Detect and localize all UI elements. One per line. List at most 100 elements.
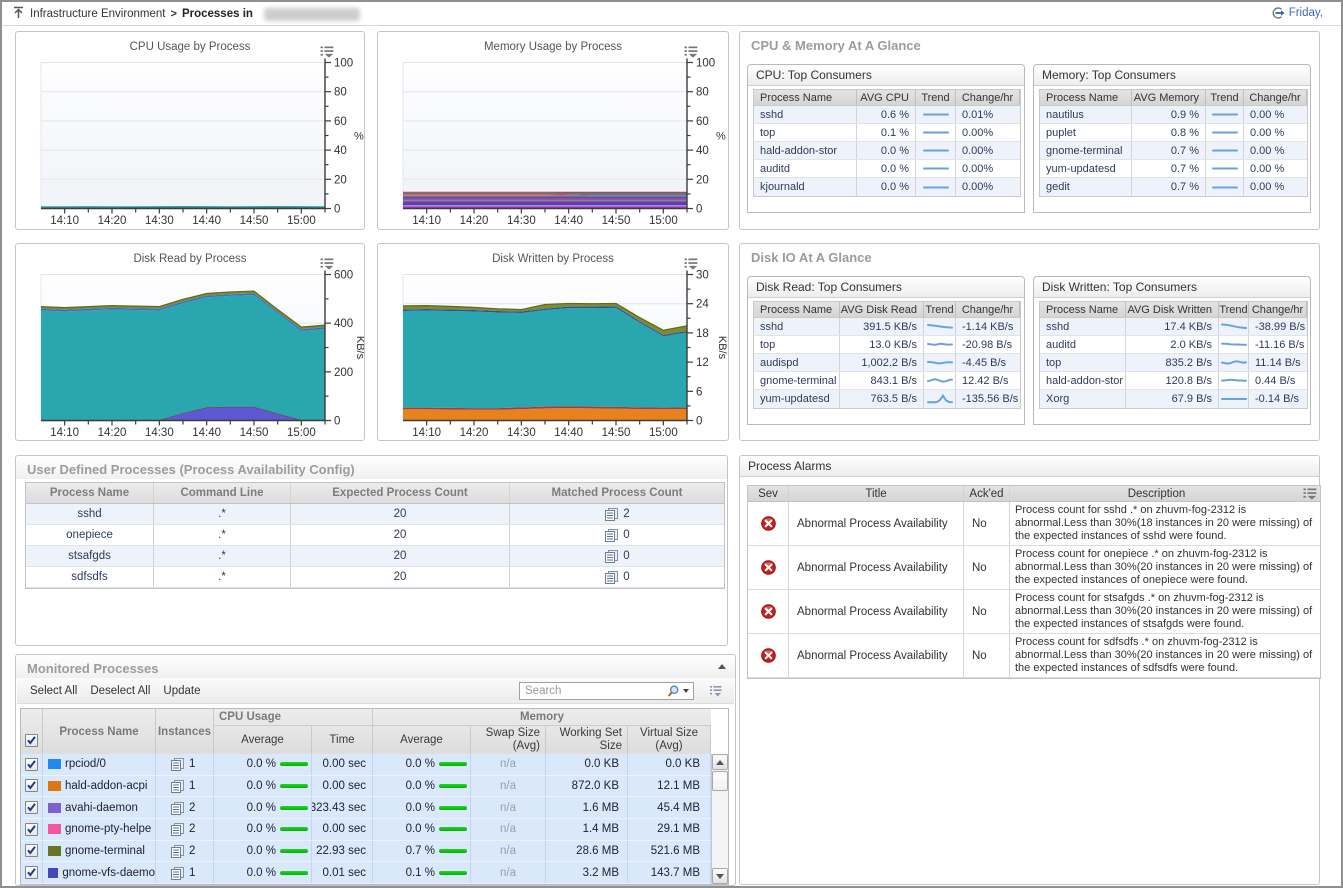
instances-popup-icon[interactable] bbox=[170, 844, 186, 858]
table-row[interactable]: top835.2 B/s11.14 B/s bbox=[1040, 354, 1307, 372]
process-name-cell: gnome-vfs-daemo bbox=[43, 862, 156, 883]
change-cell: -38.99 B/s bbox=[1249, 318, 1307, 335]
avg-value-cell: 0.0 % bbox=[857, 178, 916, 196]
user-defined-processes-panel: User Defined Processes (Process Availabi… bbox=[15, 455, 728, 646]
table-row[interactable]: gnome-terminal0.7 %0.00 % bbox=[1040, 142, 1307, 160]
trend-sparkline bbox=[1212, 162, 1238, 175]
trend-cell bbox=[1206, 142, 1244, 159]
trend-sparkline bbox=[1212, 126, 1238, 139]
table-row[interactable]: Xorg67.9 B/s-0.14 B/s bbox=[1040, 390, 1307, 408]
scroll-down-button[interactable] bbox=[712, 868, 728, 884]
table-row[interactable]: sshd.*202 bbox=[26, 504, 724, 525]
row-checkbox[interactable] bbox=[25, 779, 38, 792]
instances-popup-icon[interactable] bbox=[604, 549, 620, 563]
table-row[interactable]: gnome-terminal843.1 B/s12.42 B/s bbox=[754, 372, 1020, 390]
alarm-row[interactable]: Abnormal Process AvailabilityNoProcess c… bbox=[748, 634, 1320, 678]
search-input[interactable] bbox=[520, 685, 666, 697]
table-row[interactable]: top0.1 %0.00% bbox=[754, 124, 1020, 142]
breadcrumb-item-infrastructure-environment[interactable]: Infrastructure Environment bbox=[30, 8, 166, 20]
alarm-row[interactable]: Abnormal Process AvailabilityNoProcess c… bbox=[748, 502, 1320, 546]
process-row[interactable]: rpciod/010.0 %0.00 sec0.0 %n/a0.0 KB0.0 … bbox=[21, 754, 711, 776]
table-row[interactable]: sshd391.5 KB/s-1.14 KB/s bbox=[754, 318, 1020, 336]
group-header-cpu-usage: CPU Usage bbox=[214, 709, 373, 726]
process-row[interactable]: avahi-daemon20.0 %323.43 sec0.0 %n/a1.6 … bbox=[21, 797, 711, 819]
table-row[interactable]: audispd1,002.2 B/s-4.45 B/s bbox=[754, 354, 1020, 372]
avg-value-cell: 835.2 B/s bbox=[1126, 354, 1219, 371]
column-header: Process Name bbox=[1040, 90, 1132, 105]
row-checkbox[interactable] bbox=[25, 758, 38, 771]
table-row[interactable]: sdfsdfs.*200 bbox=[26, 567, 724, 588]
trend-sparkline bbox=[1212, 144, 1238, 157]
alarm-row[interactable]: Abnormal Process AvailabilityNoProcess c… bbox=[748, 546, 1320, 590]
average-value: 0.0 % bbox=[406, 780, 435, 792]
search-options-caret-icon[interactable] bbox=[683, 689, 689, 693]
svg-text:60: 60 bbox=[334, 116, 347, 128]
table-row[interactable]: hald-addon-stor120.8 B/s0.44 B/s bbox=[1040, 372, 1307, 390]
instances-popup-icon[interactable] bbox=[170, 779, 186, 793]
table-row[interactable]: onepiece.*200 bbox=[26, 525, 724, 546]
mem-average-cell: 0.0 % bbox=[373, 797, 471, 818]
change-cell: 0.01% bbox=[956, 106, 1020, 123]
process-row[interactable]: gnome-terminal20.0 %22.93 sec0.7 %n/a28.… bbox=[21, 841, 711, 863]
instances-popup-icon[interactable] bbox=[604, 528, 620, 542]
deselect-all-button[interactable]: Deselect All bbox=[90, 685, 150, 697]
column-header: AVG CPU bbox=[857, 90, 916, 105]
table-row[interactable]: kjournald0.0 %0.00% bbox=[754, 178, 1020, 196]
alarm-row[interactable]: Abnormal Process AvailabilityNoProcess c… bbox=[748, 590, 1320, 634]
table-row[interactable]: yum-updatesd0.7 %0.00 % bbox=[1040, 160, 1307, 178]
instances-popup-icon[interactable] bbox=[170, 866, 186, 880]
instances-popup-icon[interactable] bbox=[604, 570, 620, 584]
instances-popup-icon[interactable] bbox=[170, 757, 186, 771]
instances-cell: 1 bbox=[156, 754, 214, 775]
process-name-cell: hald-addon-stor bbox=[1040, 372, 1126, 389]
acked-cell: No bbox=[964, 502, 1010, 545]
svg-text:%: % bbox=[354, 131, 364, 143]
instances-popup-icon[interactable] bbox=[604, 507, 620, 521]
scroll-up-button[interactable] bbox=[712, 754, 728, 770]
collapse-panel-icon[interactable] bbox=[718, 664, 726, 669]
svg-text:14:40: 14:40 bbox=[192, 215, 221, 227]
table-row[interactable]: puplet0.8 %0.00 % bbox=[1040, 124, 1307, 142]
trend-cell bbox=[916, 124, 956, 141]
table-row[interactable]: yum-updatesd763.5 B/s-135.56 B/s bbox=[754, 390, 1020, 408]
process-row[interactable]: gnome-pty-helpe20.0 %0.00 sec0.0 %n/a1.4… bbox=[21, 819, 711, 841]
table-row[interactable]: auditd2.0 KB/s-11.16 B/s bbox=[1040, 336, 1307, 354]
time-range-selector[interactable]: Friday, bbox=[1271, 6, 1323, 20]
working-set-cell: 28.6 MB bbox=[546, 841, 628, 862]
up-level-icon[interactable] bbox=[12, 6, 25, 22]
row-checkbox[interactable] bbox=[25, 823, 38, 836]
process-name-cell: stsafgds bbox=[26, 546, 154, 566]
process-name-cell: yum-updatesd bbox=[1040, 160, 1132, 177]
instances-popup-icon[interactable] bbox=[170, 801, 186, 815]
row-checkbox[interactable] bbox=[25, 801, 38, 814]
row-checkbox[interactable] bbox=[25, 844, 38, 857]
table-row[interactable]: auditd0.0 %0.00% bbox=[754, 160, 1020, 178]
table-row[interactable]: top13.0 KB/s-20.98 B/s bbox=[754, 336, 1020, 354]
table-customizer-icon[interactable] bbox=[709, 684, 723, 701]
process-row[interactable]: gnome-vfs-daemo10.0 %0.01 sec0.1 %n/a3.2… bbox=[21, 862, 711, 884]
scroll-thumb[interactable] bbox=[712, 771, 728, 791]
search-icon[interactable] bbox=[666, 684, 681, 699]
select-all-checkbox[interactable] bbox=[25, 734, 38, 747]
select-all-button[interactable]: Select All bbox=[30, 685, 77, 697]
vertical-scrollbar[interactable] bbox=[711, 754, 728, 884]
table-customizer-icon[interactable] bbox=[1303, 487, 1317, 501]
table-row[interactable]: sshd0.6 %0.01% bbox=[754, 106, 1020, 124]
table-row[interactable]: hald-addon-stor0.0 %0.00% bbox=[754, 142, 1020, 160]
instances-popup-icon[interactable] bbox=[170, 822, 186, 836]
svg-text:14:10: 14:10 bbox=[50, 215, 79, 227]
table-row[interactable]: sshd17.4 KB/s-38.99 B/s bbox=[1040, 318, 1307, 336]
update-button[interactable]: Update bbox=[163, 685, 200, 697]
subpanel-memory-top-consumers: Memory: Top ConsumersProcess NameAVG Mem… bbox=[1033, 64, 1311, 213]
table-row[interactable]: stsafgds.*200 bbox=[26, 546, 724, 567]
table-row[interactable]: nautilus0.9 %0.00 % bbox=[1040, 106, 1307, 124]
table-row[interactable]: gedit0.7 %0.00 % bbox=[1040, 178, 1307, 196]
section-title-user-defined: User Defined Processes (Process Availabi… bbox=[27, 462, 355, 477]
trend-sparkline bbox=[1221, 320, 1247, 333]
process-row[interactable]: hald-addon-acpi10.0 %0.00 sec0.0 %n/a872… bbox=[21, 776, 711, 798]
time-cell: 0.00 sec bbox=[312, 776, 373, 797]
trend-cell bbox=[924, 372, 956, 389]
process-name-cell: top bbox=[754, 124, 857, 141]
process-name-cell: avahi-daemon bbox=[43, 797, 156, 818]
row-checkbox[interactable] bbox=[25, 866, 38, 879]
